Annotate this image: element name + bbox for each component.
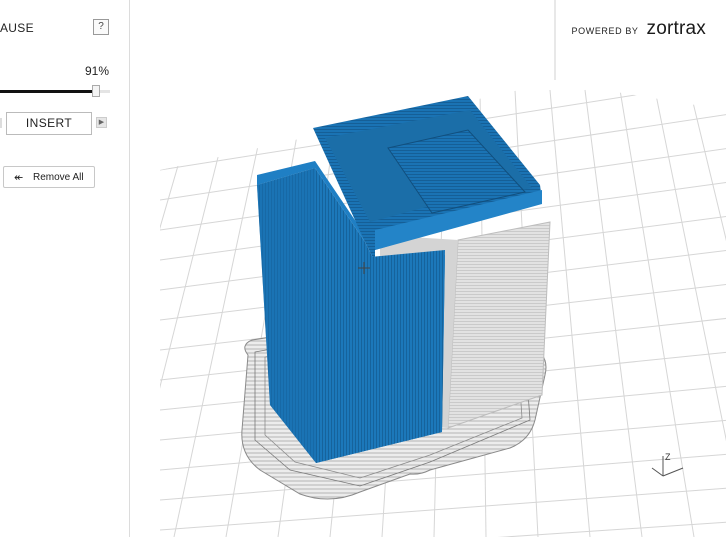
- layer-slider-handle[interactable]: [92, 85, 100, 97]
- remove-all-button[interactable]: ↞ Remove All: [3, 166, 95, 188]
- stepper-left-arrow-icon[interactable]: [0, 118, 2, 128]
- remove-all-label: Remove All: [33, 172, 84, 183]
- layer-control-panel: AUSE ? 91% INSERT ▶ ↞ Remove All: [0, 0, 130, 537]
- zortrax-logo: zortrax: [646, 18, 706, 39]
- axis-z-label: Z: [665, 452, 671, 462]
- brand-logo: POWERED BY zortrax: [572, 18, 706, 40]
- 3d-viewport[interactable]: Z POWERED BY zortrax: [130, 0, 726, 537]
- help-button[interactable]: ?: [93, 19, 109, 35]
- build-plate-scene[interactable]: Z: [130, 0, 726, 537]
- layer-slider-fill: [0, 90, 96, 93]
- back-arrow-icon: ↞: [14, 172, 24, 184]
- powered-by-label: POWERED BY: [571, 26, 639, 36]
- stepper-right-arrow-icon[interactable]: ▶: [96, 117, 107, 128]
- layer-progress-label: 91%: [84, 64, 109, 78]
- insert-button[interactable]: INSERT: [6, 112, 92, 135]
- pause-label: AUSE: [0, 21, 34, 35]
- app-window: AUSE ? 91% INSERT ▶ ↞ Remove All Z POWER…: [0, 0, 726, 537]
